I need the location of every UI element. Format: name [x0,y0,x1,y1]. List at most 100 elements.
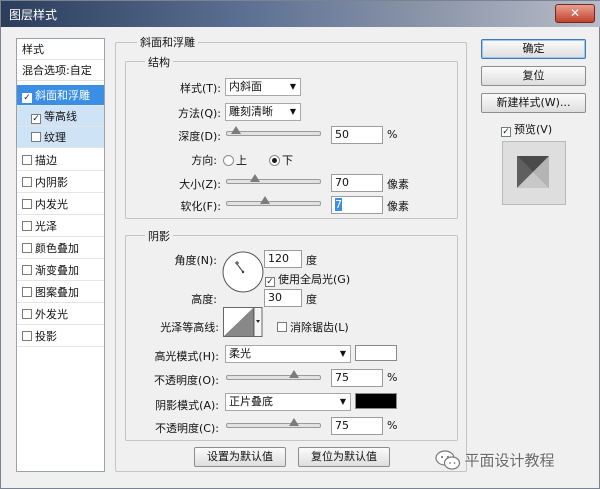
highlight-mode-label: 高光模式(H): [154,350,219,363]
soften-value: 7 [335,198,342,211]
check-icon: ✓ [502,127,510,137]
global-light-label: 使用全局光(G) [278,273,351,286]
shadow-opacity-input[interactable]: 75 [331,417,383,435]
depth-slider[interactable] [226,126,321,136]
highlight-opacity-input[interactable]: 75 [331,369,383,387]
style-label: 样式(T): [179,82,221,95]
style-item-label: 描边 [35,154,57,167]
outer-glow-checkbox[interactable] [22,309,32,319]
size-value: 70 [335,176,349,189]
reset-button[interactable]: 复位 [481,66,586,86]
inner-glow-checkbox[interactable] [22,199,32,209]
style-list-header[interactable]: 样式 [17,39,104,60]
shadow-mode-value: 正片叠底 [229,395,273,408]
highlight-opacity-thumb[interactable] [289,370,300,378]
reset-label: 复位 [522,69,545,82]
angle-label: 角度(N): [174,254,217,267]
direction-down-label: 下 [282,154,293,167]
set-default-button[interactable]: 设置为默认值 [194,447,286,467]
highlight-opacity-slider[interactable] [226,370,321,380]
size-input[interactable]: 70 [331,174,383,192]
shadow-opacity-thumb[interactable] [289,418,300,426]
depth-slider-thumb[interactable] [231,126,242,134]
new-style-button[interactable]: 新建样式(W)... [481,93,586,113]
watermark: 平面设计教程 [435,449,555,473]
shadow-color-swatch[interactable] [355,393,397,409]
angle-dial[interactable] [221,250,265,294]
reset-default-button[interactable]: 复位为默认值 [298,447,390,467]
structure-title: 结构 [145,54,173,70]
highlight-color-swatch[interactable] [355,345,397,361]
drop-shadow-checkbox[interactable] [22,331,32,341]
style-item-color-overlay[interactable]: 颜色叠加 [17,238,104,259]
style-item-inner-glow[interactable]: 内发光 [17,194,104,215]
style-item-contour[interactable]: ✓ 等高线 [17,106,104,127]
window-title: 图层样式 [9,8,58,22]
bevel-style-select[interactable]: 内斜面 ▼ [225,78,301,96]
shadow-mode-label: 阴影模式(A): [155,399,219,412]
shadow-opacity-value: 75 [335,419,349,432]
soften-slider-thumb[interactable] [260,196,271,204]
contour-checkbox[interactable]: ✓ [31,114,41,124]
direction-label: 方向: [191,154,217,167]
style-item-satin[interactable]: 光泽 [17,216,104,237]
soften-unit: 像素 [387,200,409,213]
shadow-mode-select[interactable]: 正片叠底 ▼ [225,393,351,411]
direction-down-option[interactable]: 下 [269,152,293,168]
inner-shadow-checkbox[interactable] [22,177,32,187]
style-item-label: 渐变叠加 [35,264,79,277]
ok-button[interactable]: 确定 [481,39,586,59]
texture-checkbox[interactable] [31,132,41,142]
set-default-label: 设置为默认值 [207,450,273,463]
global-light-checkbox[interactable]: ✓ [265,277,275,287]
bevel-preview-icon [517,156,549,188]
style-item-label: 斜面和浮雕 [35,89,90,102]
title-bar[interactable]: 图层样式 ✕ [1,1,600,27]
style-item-bevel-emboss[interactable]: ✓ 斜面和浮雕 [17,85,104,106]
direction-up-option[interactable]: 上 [223,152,247,168]
close-button[interactable]: ✕ [555,4,595,23]
soften-input[interactable]: 7 [331,196,383,214]
depth-label: 深度(D): [178,130,221,143]
gradient-overlay-checkbox[interactable] [22,265,32,275]
direction-up-radio[interactable] [223,155,234,166]
color-overlay-checkbox[interactable] [22,243,32,253]
ok-label: 确定 [522,42,545,55]
angle-input[interactable]: 120 [264,250,302,268]
preview-checkbox[interactable]: ✓ [501,127,511,137]
style-item-outer-glow[interactable]: 外发光 [17,304,104,325]
dropdown-arrow-icon: ▼ [339,397,346,406]
size-slider[interactable] [226,174,321,184]
style-item-drop-shadow[interactable]: 投影 [17,326,104,347]
style-list-header-label: 样式 [22,43,44,56]
style-item-label: 颜色叠加 [35,242,79,255]
style-item-texture[interactable]: 纹理 [17,127,104,148]
gloss-contour-picker[interactable] [223,307,263,337]
style-item-inner-shadow[interactable]: 内阴影 [17,172,104,193]
highlight-mode-select[interactable]: 柔光 ▼ [225,345,351,363]
blend-options-item[interactable]: 混合选项:自定 [17,60,104,81]
altitude-input[interactable]: 30 [264,289,302,307]
new-style-label: 新建样式(W)... [496,96,571,109]
style-item-label: 纹理 [44,131,66,144]
direction-down-radio[interactable] [269,155,280,166]
style-item-pattern-overlay[interactable]: 图案叠加 [17,282,104,303]
anti-alias-checkbox[interactable] [277,322,287,332]
size-unit: 像素 [387,178,409,191]
bevel-emboss-checkbox[interactable]: ✓ [22,93,32,103]
depth-input[interactable]: 50 [331,126,383,144]
soften-slider[interactable] [226,196,321,206]
check-icon: ✓ [32,114,40,124]
size-slider-thumb[interactable] [250,174,261,182]
stroke-checkbox[interactable] [22,155,32,165]
anti-alias-option[interactable]: 消除锯齿(L) [277,319,349,335]
style-item-stroke[interactable]: 描边 [17,150,104,171]
style-item-gradient-overlay[interactable]: 渐变叠加 [17,260,104,281]
pattern-overlay-checkbox[interactable] [22,287,32,297]
technique-select[interactable]: 雕刻清晰 ▼ [225,103,301,121]
satin-checkbox[interactable] [22,221,32,231]
shadow-opacity-slider[interactable] [226,418,321,428]
shading-title: 阴影 [145,228,173,244]
global-light-option[interactable]: ✓ 使用全局光(G) [265,271,350,287]
preview-option[interactable]: ✓ 预览(V) [501,121,552,137]
